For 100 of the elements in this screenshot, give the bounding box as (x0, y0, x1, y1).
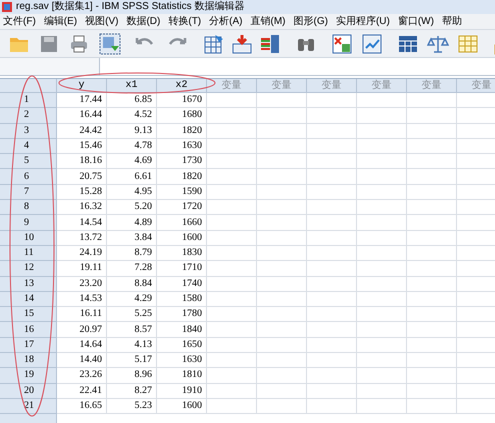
table-cell: 14.54 (57, 215, 107, 231)
menu-item[interactable]: 转换(T) (168, 16, 202, 26)
row-header[interactable]: 20 (0, 384, 57, 399)
empty-cell (407, 215, 457, 231)
empty-cell (407, 261, 457, 277)
row-header[interactable]: 4 (0, 138, 57, 154)
chart-check-icon[interactable] (361, 32, 383, 54)
empty-cell (357, 169, 407, 185)
empty-cell (207, 246, 257, 262)
table-cell: 16.32 (57, 200, 107, 216)
table-cell: 1820 (157, 169, 207, 185)
empty-cell (307, 246, 357, 262)
empty-cell (257, 154, 307, 170)
table-cell: 15.28 (57, 184, 107, 200)
empty-cell (257, 338, 307, 354)
empty-cell (357, 353, 407, 368)
table-cell: 8.84 (107, 276, 157, 292)
row-header[interactable]: 15 (0, 307, 57, 322)
table-cell: 1600 (157, 230, 207, 246)
row-header[interactable]: 11 (0, 246, 57, 262)
empty-cell (257, 184, 307, 200)
empty-cell (357, 184, 407, 200)
table-cell: 18.16 (57, 154, 107, 170)
menu-item[interactable]: 直销(M) (250, 16, 286, 26)
row-header[interactable]: 8 (0, 200, 57, 216)
row-header[interactable]: 18 (0, 353, 57, 368)
table-cell: 23.20 (57, 276, 107, 292)
empty-cell (307, 368, 357, 384)
empty-cell (307, 384, 357, 399)
empty-cell (357, 307, 407, 322)
empty-cell (307, 108, 357, 124)
empty-cell (407, 322, 457, 338)
table-cell: 24.42 (57, 124, 107, 139)
menu-item[interactable]: 文件(F) (3, 16, 36, 26)
menu-item[interactable]: 窗口(W) (398, 16, 434, 26)
table-cell: 8.79 (107, 246, 157, 262)
menu-item[interactable]: 帮助 (442, 16, 462, 26)
empty-cell (307, 353, 357, 368)
split-grid-icon[interactable] (331, 32, 353, 54)
table-cell: 1820 (157, 124, 207, 139)
empty-cell (207, 322, 257, 338)
row-header[interactable]: 17 (0, 338, 57, 354)
cell-name-field[interactable] (0, 58, 100, 75)
empty-cell (207, 353, 257, 368)
empty-cell (357, 230, 407, 246)
row-header[interactable]: 16 (0, 322, 57, 338)
row-header[interactable]: 5 (0, 154, 57, 170)
row-header[interactable]: 13 (0, 276, 57, 292)
row-header[interactable]: 19 (0, 368, 57, 384)
insert-column-icon[interactable] (259, 32, 281, 54)
row-header[interactable]: 7 (0, 184, 57, 200)
row-header[interactable]: 3 (0, 124, 57, 139)
printer-icon[interactable] (68, 32, 90, 54)
menu-item[interactable]: 编辑(E) (44, 16, 78, 26)
empty-cell (357, 138, 407, 154)
menu-item[interactable]: 实用程序(U) (336, 16, 390, 26)
row-header[interactable]: 9 (0, 215, 57, 231)
row-header[interactable]: 2 (0, 108, 57, 124)
empty-cell (307, 338, 357, 354)
row-header[interactable]: 10 (0, 230, 57, 246)
empty-cell (357, 384, 407, 399)
menu-item[interactable]: 图形(G) (293, 16, 328, 26)
column-header[interactable]: x1 (107, 79, 157, 93)
row-header[interactable]: 14 (0, 292, 57, 308)
menu-item[interactable]: 视图(V) (85, 16, 118, 26)
empty-cell (207, 261, 257, 277)
menu-item[interactable]: 数据(D) (126, 16, 160, 26)
table-cell: 16.44 (57, 108, 107, 124)
empty-cell (307, 292, 357, 308)
table-cell: 5.17 (107, 353, 157, 368)
column-header[interactable]: y (57, 79, 107, 93)
dialog-icon[interactable] (99, 32, 121, 54)
empty-cell (357, 398, 407, 414)
empty-cell (407, 230, 457, 246)
empty-cell (307, 307, 357, 322)
menu-item[interactable]: 分析(A) (209, 16, 242, 26)
row-header[interactable]: 12 (0, 261, 57, 277)
insert-row-icon[interactable] (231, 32, 253, 54)
empty-cell (307, 124, 357, 139)
empty-cell (307, 230, 357, 246)
table-cell: 19.11 (57, 261, 107, 277)
table-cell: 1710 (157, 261, 207, 277)
table-cell: 8.57 (107, 322, 157, 338)
empty-cell (257, 384, 307, 399)
window-title: reg.sav [数据集1] - IBM SPSS Statistics 数据编辑器 (16, 2, 244, 12)
empty-cell (407, 200, 457, 216)
empty-cell (257, 307, 307, 322)
empty-cell (357, 276, 407, 292)
table-cell: 1740 (157, 276, 207, 292)
empty-cell (257, 93, 307, 108)
table-cell: 6.61 (107, 169, 157, 185)
empty-cell (407, 292, 457, 308)
empty-cell (407, 338, 457, 354)
empty-cell (357, 93, 407, 108)
row-header[interactable]: 6 (0, 169, 57, 185)
row-header[interactable]: 1 (0, 93, 57, 108)
corner-header (0, 79, 57, 93)
column-header[interactable]: x2 (157, 79, 207, 93)
empty-cell (207, 124, 257, 139)
grid-arrow-icon[interactable] (203, 32, 225, 54)
